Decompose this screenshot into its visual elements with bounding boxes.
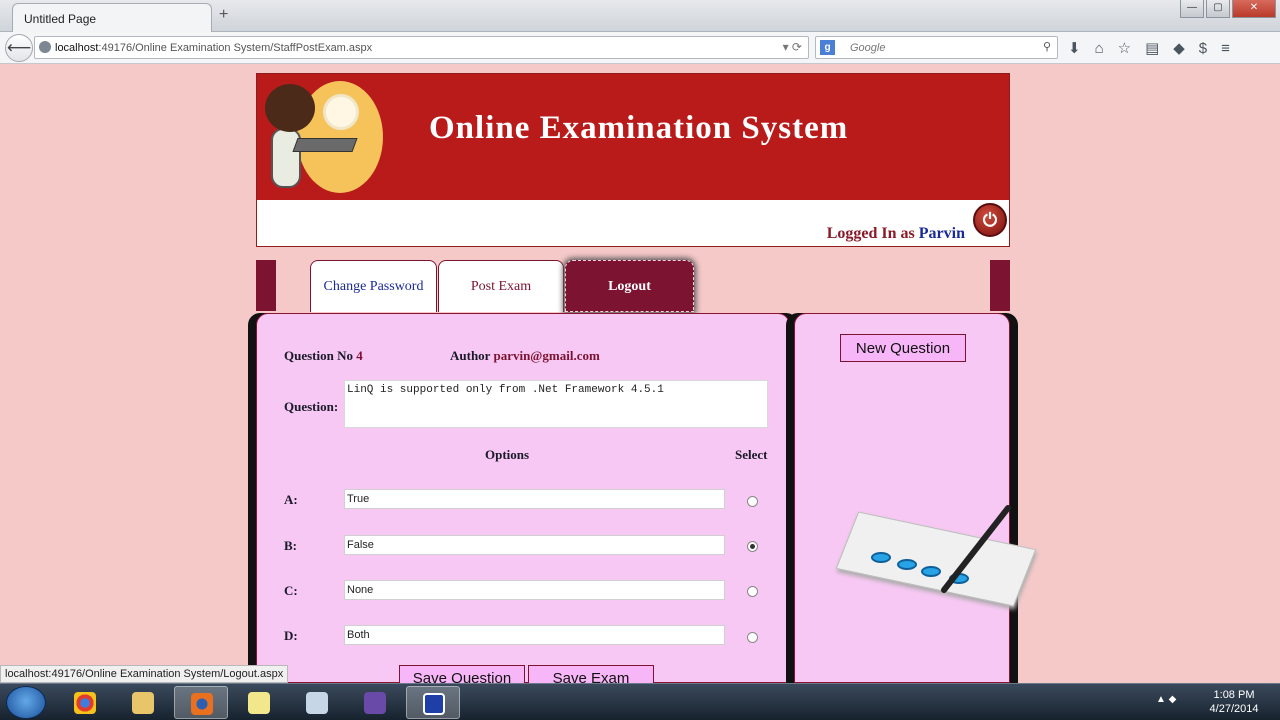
globe-icon xyxy=(39,41,51,53)
option-c-radio[interactable] xyxy=(747,586,758,597)
logged-in-text: Logged In as Parvin xyxy=(827,225,965,243)
question-no-label: Question No xyxy=(284,348,353,363)
option-a-input[interactable]: True xyxy=(344,489,725,509)
select-header: Select xyxy=(735,447,768,462)
browser-tab[interactable]: Untitled Page xyxy=(12,3,212,32)
visual-studio-icon xyxy=(364,692,386,714)
option-d-radio[interactable] xyxy=(747,632,758,643)
status-tooltip: localhost:49176/Online Examination Syste… xyxy=(0,665,289,683)
answer-bubble-icon xyxy=(871,552,891,563)
author-label: Author xyxy=(450,348,491,363)
search-icon[interactable]: ⚲ xyxy=(1043,40,1051,53)
question-form-panel: Question No 4 Author parvin@gmail.com Qu… xyxy=(256,313,790,691)
author-field: Author parvin@gmail.com xyxy=(450,348,600,364)
close-button[interactable]: ✕ xyxy=(1232,0,1276,18)
question-no-value: 4 xyxy=(356,348,363,363)
option-c-label: C: xyxy=(284,583,298,598)
logged-in-username: Parvin xyxy=(918,225,965,242)
tab-change-password[interactable]: Change Password xyxy=(310,260,437,312)
back-button[interactable]: ⟵ xyxy=(5,34,33,62)
address-bar[interactable]: localhost:49176/Online Examination Syste… xyxy=(34,36,809,59)
option-a-radio[interactable] xyxy=(747,496,758,507)
google-icon[interactable]: g xyxy=(820,40,835,55)
url-path: :49176/Online Examination System/StaffPo… xyxy=(98,42,373,54)
option-b-radio[interactable] xyxy=(747,541,758,552)
chrome-icon xyxy=(74,692,96,714)
student-body-illustration xyxy=(271,128,301,188)
taskbar-firefox[interactable] xyxy=(174,686,228,719)
start-button[interactable] xyxy=(6,686,46,719)
answer-bubble-icon xyxy=(921,566,941,577)
answer-sheet-illustration xyxy=(835,511,1037,607)
tray-icons[interactable]: ▲ ◆ xyxy=(1156,694,1176,705)
taskbar: ▲ ◆ 1:08 PM 4/27/2014 xyxy=(0,683,1280,720)
folder-icon xyxy=(132,692,154,714)
toolbar-icons[interactable]: ⬇⌂☆▤◆$≡ xyxy=(1068,39,1244,57)
maximize-button[interactable]: ▢ xyxy=(1206,0,1230,18)
question-textarea[interactable]: LinQ is supported only from .Net Framewo… xyxy=(344,380,768,428)
logged-in-prefix: Logged In as xyxy=(826,225,915,242)
option-d-input[interactable]: Both xyxy=(344,625,725,645)
clock-icon xyxy=(323,94,359,130)
menu-edge-right xyxy=(990,260,1010,311)
desk-illustration xyxy=(292,138,358,152)
option-d-label: D: xyxy=(284,628,298,643)
url-host: localhost xyxy=(55,42,99,54)
banner: Online Examination System xyxy=(257,74,1009,200)
tab-post-exam[interactable]: Post Exam xyxy=(438,260,564,312)
taskbar-app[interactable] xyxy=(406,686,460,719)
taskbar-time: 1:08 PM xyxy=(1213,689,1255,701)
browser-tabstrip: Untitled Page + — ▢ ✕ xyxy=(0,0,1280,32)
side-panel: New Question xyxy=(794,313,1037,683)
taskbar-notes[interactable] xyxy=(232,686,286,719)
option-b-label: B: xyxy=(284,538,297,553)
answer-bubble-icon xyxy=(897,559,917,570)
taskbar-paint[interactable] xyxy=(290,686,344,719)
option-a-label: A: xyxy=(284,492,298,507)
power-icon[interactable]: ⏻ xyxy=(973,203,1007,237)
question-label: Question: xyxy=(284,399,339,414)
taskbar-chrome[interactable] xyxy=(58,686,112,719)
site-header: Online Examination System Logged In as P… xyxy=(256,73,1010,247)
site-title: Online Examination System xyxy=(429,110,849,146)
menu-edge-left xyxy=(256,260,276,311)
app-icon xyxy=(423,693,445,715)
firefox-icon xyxy=(191,693,213,715)
paint-icon xyxy=(306,692,328,714)
reload-icon[interactable]: ▾ ⟳ xyxy=(783,40,802,54)
new-question-button[interactable]: New Question xyxy=(840,334,966,362)
search-input[interactable]: g Google ⚲ xyxy=(815,36,1058,59)
minimize-button[interactable]: — xyxy=(1180,0,1204,18)
browser-navbar: ⟵ localhost:49176/Online Examination Sys… xyxy=(0,32,1280,64)
options-header: Options xyxy=(485,447,530,462)
taskbar-clock[interactable]: 1:08 PM 4/27/2014 xyxy=(1198,688,1270,716)
taskbar-visual-studio[interactable] xyxy=(348,686,402,719)
option-c-input[interactable]: None xyxy=(344,580,725,600)
question-no-field: Question No 4 xyxy=(284,348,363,364)
author-value: parvin@gmail.com xyxy=(493,348,600,363)
option-b-input[interactable]: False xyxy=(344,535,725,555)
tab-logout[interactable]: Logout xyxy=(565,260,694,312)
search-placeholder: Google xyxy=(850,42,886,54)
new-tab-icon[interactable]: + xyxy=(219,6,228,24)
notes-icon xyxy=(248,692,270,714)
student-illustration xyxy=(265,84,315,132)
taskbar-date: 4/27/2014 xyxy=(1209,703,1259,715)
taskbar-explorer[interactable] xyxy=(116,686,170,719)
